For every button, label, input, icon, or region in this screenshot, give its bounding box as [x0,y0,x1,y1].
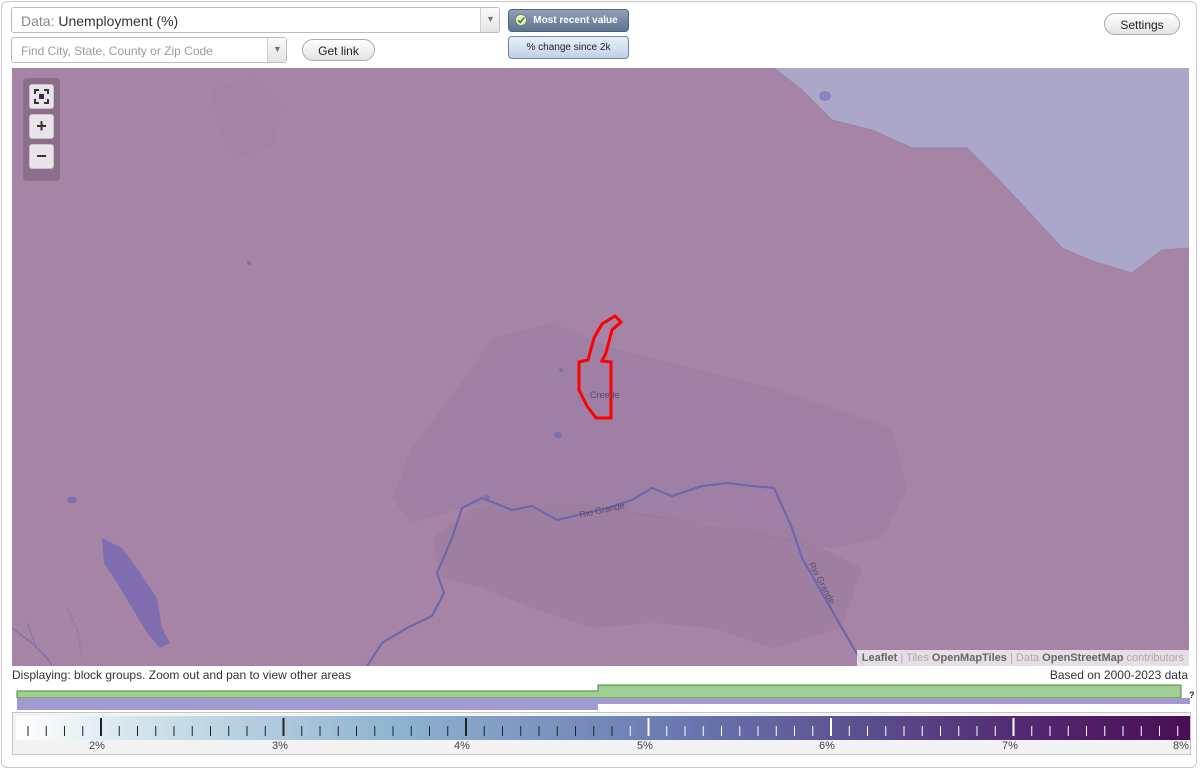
distribution-histogram [16,684,1190,710]
legend-label: 5% [637,740,653,752]
zoom-controls: + − [23,78,60,181]
location-search[interactable]: ▼ [11,37,287,63]
check-icon [515,14,527,26]
settings-button[interactable]: Settings [1104,13,1180,35]
most-recent-value-toggle[interactable]: Most recent value [508,9,629,32]
zoom-out-button[interactable]: − [29,144,54,169]
triangle-down-icon: ▼ [273,44,282,54]
search-input[interactable] [13,39,275,63]
attribution-contributors: contributors [1123,652,1184,664]
display-status: Displaying: block groups. Zoom out and p… [12,668,351,682]
data-value: Unemployment (%) [58,13,179,29]
triangle-down-icon: ▼ [486,14,495,24]
get-link-button[interactable]: Get link [302,39,375,61]
data-dropdown-text: Data: Unemployment (%) [21,13,178,29]
histogram-help[interactable]: ? [1189,690,1195,700]
openstreetmap-link[interactable]: OpenStreetMap [1042,652,1123,664]
legend-label: 3% [272,740,288,752]
zoom-in-button[interactable]: + [29,114,54,139]
legend-label: 6% [819,740,835,752]
neighboring-region [774,68,1189,273]
openmaptiles-link[interactable]: OpenMapTiles [932,652,1007,664]
fit-bounds-button[interactable] [29,84,54,109]
data-dropdown[interactable]: Data: Unemployment (%) ▼ [11,7,500,33]
most-recent-value-label: Most recent value [533,15,618,26]
map-layer [12,68,1189,666]
scale-ticks [27,718,1179,736]
legend-label: 8% [1173,740,1189,752]
map-viewport[interactable]: Creede Rio Grande Rio Grande + − Leaflet… [12,68,1189,666]
percent-change-toggle[interactable]: % change since 2k [508,36,629,59]
data-range-note: Based on 2000-2023 data [1049,668,1188,682]
legend-label: 4% [454,740,470,752]
data-prefix: Data: [21,13,55,29]
map-attribution: Leaflet | Tiles OpenMapTiles | Data Open… [856,650,1189,666]
attribution-sep: | Data [1006,652,1043,664]
data-dropdown-button[interactable]: ▼ [480,8,499,32]
color-scale-legend: 2% 3% 4% 5% 6% 7% 8% [12,712,1191,755]
fullscreen-icon [34,89,49,104]
town-label: Creede [590,390,620,400]
legend-label: 7% [1002,740,1018,752]
search-dropdown-button[interactable]: ▼ [267,38,286,62]
attribution-sep: | Tiles [897,652,932,664]
legend-label: 2% [89,740,105,752]
leaflet-link[interactable]: Leaflet [862,652,897,664]
